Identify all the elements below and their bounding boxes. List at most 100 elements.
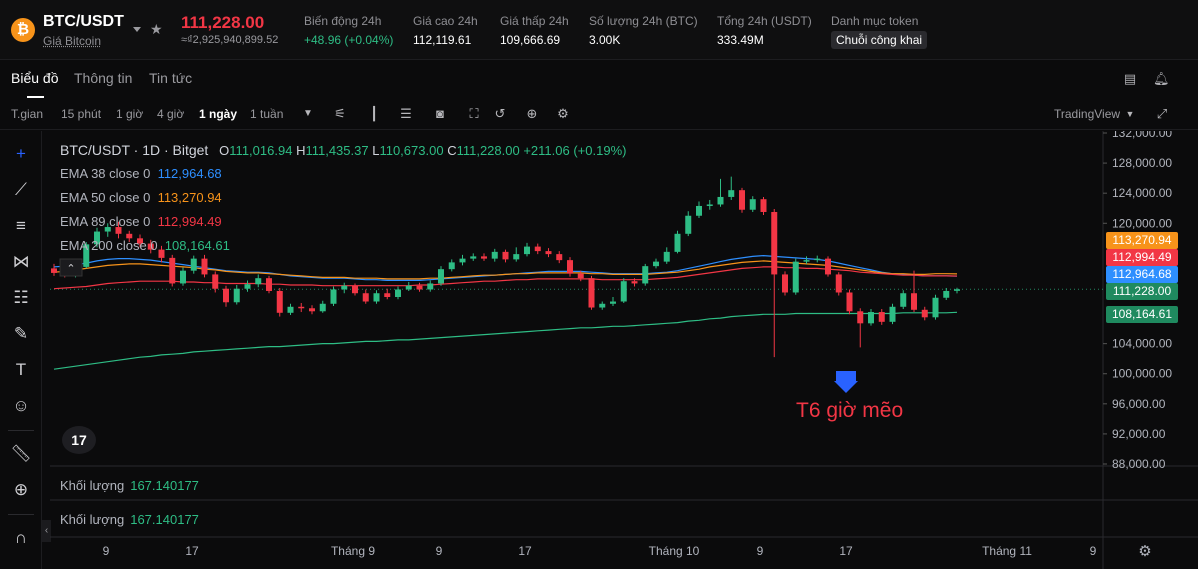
legend-ema50[interactable]: EMA 50 close 0 113,270.94	[60, 186, 626, 210]
content-tabs: Biểu đồ Thông tin Tin tức ▤ 🔔︎	[0, 60, 1198, 100]
candle-body	[427, 283, 434, 290]
volume-label: Khối lượng	[60, 478, 125, 493]
interval-time[interactable]: T.gian	[11, 107, 43, 121]
candle-body	[610, 301, 616, 304]
candle-body	[868, 312, 874, 324]
legend-ema89[interactable]: EMA 89 close 0 112,994.49	[60, 210, 626, 234]
text-icon[interactable]: T	[9, 358, 33, 382]
stat-label: Số lượng 24h (BTC)	[589, 14, 698, 28]
expand-icon[interactable]: ⤢	[1154, 106, 1170, 122]
camera-icon[interactable]: ◙	[432, 106, 448, 122]
fullscreen-icon[interactable]: ⛶	[466, 106, 482, 122]
add-icon[interactable]: ⊕	[524, 106, 540, 122]
ema-label: EMA 89 close 0	[60, 214, 151, 229]
interval-4h[interactable]: 4 giờ	[157, 107, 184, 121]
stat-change-24h: Biến động 24h +48.96 (+0.04%)	[304, 14, 393, 47]
indicator-icon[interactable]: ⚟	[332, 106, 348, 122]
undo-icon[interactable]: ↺	[492, 106, 508, 122]
stat-label: Biến động 24h	[304, 14, 382, 28]
candle-body	[405, 285, 412, 290]
candlestick-icon[interactable]: ┃	[366, 106, 382, 122]
favorite-star-icon[interactable]: ★	[150, 21, 163, 38]
x-tick-label: Tháng 9	[331, 544, 375, 558]
gear-icon[interactable]: ⚙	[555, 106, 571, 122]
candle-body	[266, 278, 272, 291]
stat-value: 109,666.69	[500, 33, 561, 47]
category-tag[interactable]: Chuỗi công khai	[831, 31, 928, 49]
emoji-icon[interactable]: ☺	[9, 394, 33, 418]
fib-icon[interactable]: ☷	[9, 286, 33, 310]
magnet-icon[interactable]: ∩	[9, 526, 33, 550]
candle-body	[276, 290, 283, 313]
y-tick-label: 96,000.00	[1112, 397, 1166, 411]
stat-label: Tổng 24h (USDT)	[717, 14, 812, 28]
pattern-icon[interactable]: ⋈	[9, 250, 33, 274]
volume-pane-2[interactable]: Khối lượng 167.140177	[60, 512, 199, 527]
candle-body	[857, 311, 864, 324]
tradingview-logo[interactable]: 17	[62, 426, 96, 454]
fiat-price: ≈₫2,925,940,899.52	[181, 34, 279, 46]
tradingview-selector[interactable]: TradingView	[1054, 107, 1120, 121]
candle-body	[803, 260, 810, 262]
ema-label: EMA 50 close 0	[60, 190, 151, 205]
legend-ema38[interactable]: EMA 38 close 0 112,964.68	[60, 162, 626, 186]
candle-body	[309, 308, 315, 312]
candle-body	[760, 199, 767, 212]
candle-body	[782, 274, 788, 293]
tab-chart[interactable]: Biểu đồ	[11, 70, 58, 86]
candle-body	[201, 258, 208, 275]
alert-bell-icon[interactable]: 🔔︎	[1153, 71, 1170, 87]
note-icon[interactable]: ▤	[1122, 71, 1138, 87]
tab-info[interactable]: Thông tin	[74, 70, 132, 86]
chevron-down-icon[interactable]: ▼	[1122, 106, 1138, 122]
horizontal-lines-icon[interactable]: ≡	[9, 214, 33, 238]
candle-body	[706, 204, 713, 206]
pair-subtitle[interactable]: Giá Bitcoin	[43, 34, 101, 48]
interval-1h[interactable]: 1 giờ	[116, 107, 143, 121]
ruler-icon[interactable]: 📏︎	[9, 442, 33, 466]
y-tick-label: 128,000.00	[1112, 156, 1172, 170]
volume-pane-1[interactable]: Khối lượng 167.140177	[60, 478, 199, 493]
market-header: ₿ BTC/USDT Giá Bitcoin ★ 111,228.00 ≈₫2,…	[0, 0, 1198, 60]
ema-label: EMA 200 close 0	[60, 238, 158, 253]
candle-body	[341, 285, 348, 290]
x-tick-label: Tháng 10	[649, 544, 700, 558]
gear-icon: ⚙	[1138, 542, 1151, 560]
symbol-title: BTC/USDT · 1D · Bitget	[60, 142, 209, 158]
candle-body	[943, 290, 950, 298]
candle-body	[728, 190, 735, 197]
candle-body	[298, 306, 305, 309]
candle-body	[180, 270, 186, 284]
chevron-down-icon[interactable]	[133, 27, 141, 32]
trendline-icon[interactable]: ⟋	[9, 178, 33, 202]
stat-label: Danh mục token	[831, 14, 919, 28]
chevron-down-icon[interactable]: ▼	[300, 106, 316, 122]
candle-body	[911, 293, 917, 310]
brush-icon[interactable]: ✎	[9, 322, 33, 346]
tab-news[interactable]: Tin tức	[149, 70, 192, 86]
candle-body	[814, 258, 821, 261]
interval-1w[interactable]: 1 tuần	[250, 107, 283, 121]
y-tick-label: 132,000.00	[1112, 131, 1172, 140]
candle-body	[620, 281, 627, 302]
legend-ema200[interactable]: EMA 200 close 0 108,164.61	[60, 234, 626, 258]
candle-body	[395, 289, 401, 297]
candle-body	[438, 269, 444, 284]
chart-legend: BTC/USDT · 1D · Bitget O111,016.94 H111,…	[60, 138, 626, 258]
divider	[8, 430, 34, 431]
stat-low-24h: Giá thấp 24h 109,666.69	[500, 14, 569, 47]
interval-1d[interactable]: 1 ngày	[199, 107, 237, 121]
crosshair-icon[interactable]: +	[9, 142, 33, 166]
low-value: 110,673.00	[379, 143, 444, 158]
x-tick-label: Tháng 11	[982, 544, 1032, 558]
x-tick-label: 9	[436, 544, 443, 558]
pair-name[interactable]: BTC/USDT	[43, 13, 124, 31]
interval-15m[interactable]: 15 phút	[61, 107, 101, 121]
candle-body	[362, 293, 369, 302]
candle-body	[642, 266, 649, 284]
candle-body	[846, 292, 853, 312]
settings-sliders-icon[interactable]: ☰	[398, 106, 414, 122]
x-tick-label: 9	[103, 544, 110, 558]
high-value: 111,435.37	[305, 143, 369, 158]
zoom-in-icon[interactable]: ⊕	[9, 478, 33, 502]
